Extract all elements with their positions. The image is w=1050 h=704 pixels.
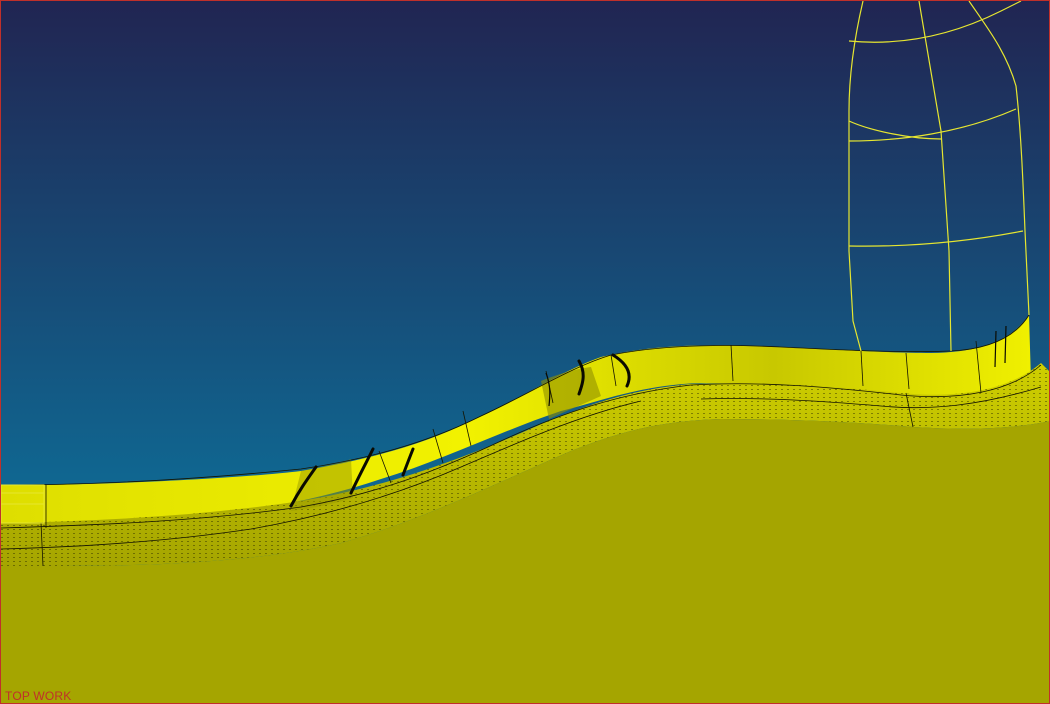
cad-scene-canvas[interactable] <box>1 1 1050 704</box>
cad-viewport[interactable]: TOP WORK <box>0 0 1050 704</box>
view-orientation-label: TOP WORK <box>5 689 72 703</box>
